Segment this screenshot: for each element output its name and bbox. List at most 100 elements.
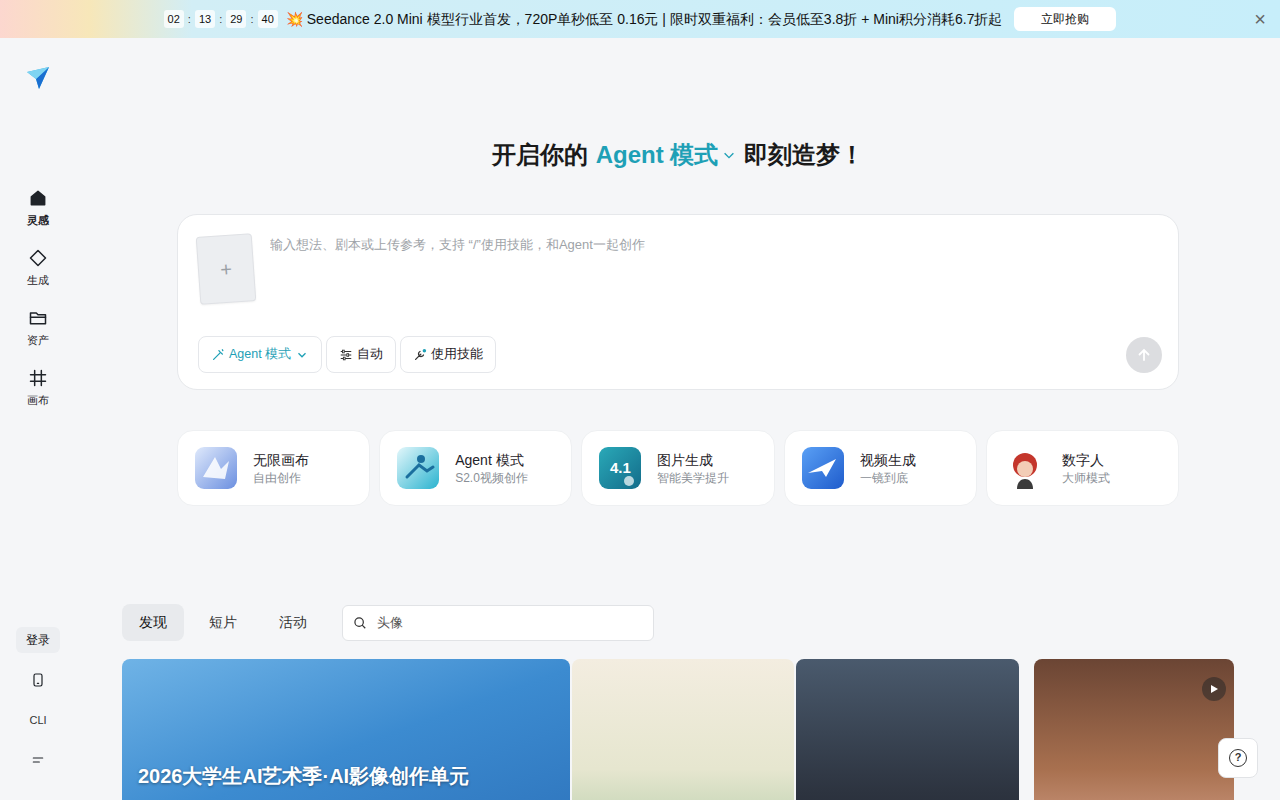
feature-subtitle: S2.0视频创作 [455,470,528,487]
mode-dropdown[interactable]: Agent 模式 [596,138,737,172]
sidebar-footer-item[interactable]: 登录 [16,620,60,660]
countdown-digit: 40 [258,10,278,28]
sidebar-label: 生成 [27,272,49,289]
feature-subtitle: 一镜到底 [860,470,916,487]
tool-label: Agent 模式 [229,345,291,364]
feature-text: Agent 模式S2.0视频创作 [455,450,528,487]
folder-icon [28,308,48,328]
tab[interactable]: 发现 [122,604,184,641]
sidebar-item[interactable]: 灵感 [8,178,68,238]
feature-title: 数字人 [1062,450,1110,470]
home-icon [28,188,48,208]
feature-title: 无限画布 [253,450,309,470]
composer: + Agent 模式 自动 使用技能 [177,214,1179,390]
feature-subtitle: 智能美学提升 [657,470,729,487]
sidebar-item[interactable]: 生成 [8,238,68,298]
menu-icon [30,752,46,768]
feature-subtitle: 大师模式 [1062,470,1110,487]
feature-list: 无限画布自由创作 Agent 模式S2.0视频创作 4.1 图片生成智能美学提升 视频生… [177,430,1179,506]
tab-bar: 发现短片活动 [122,604,1234,641]
discover-section: 发现短片活动 2026大学生AI艺术季·AI影像创作单元 [122,604,1234,800]
version-badge: 4.1 [610,457,631,480]
mode-icon [211,348,225,362]
search-input[interactable] [375,612,643,634]
canvas-icon [195,447,237,489]
sidebar-top: 灵感生成资产画布 [8,64,68,418]
main-area: 开启你的Agent 模式即刻造梦！+Agent 模式自动使用技能无限画布自由创作… [76,38,1280,800]
login-button[interactable]: 登录 [16,627,60,653]
gallery-card[interactable]: 2026大学生AI艺术季·AI影像创作单元 [122,659,570,800]
heading-text: 即刻造梦！ [744,138,864,172]
tool-button[interactable]: Agent 模式 [198,336,322,373]
sidebar-footer-item[interactable] [30,740,46,780]
avatar-icon [1004,447,1046,489]
mode-label: Agent 模式 [596,138,719,172]
gallery-card[interactable] [1034,659,1234,800]
settings-icon [339,348,353,362]
feature-subtitle: 自由创作 [253,470,309,487]
feature-text: 无限画布自由创作 [253,450,309,487]
cli-link[interactable]: CLI [29,712,46,729]
tool-button[interactable]: 自动 [326,336,396,373]
sidebar-item[interactable]: 画布 [8,358,68,418]
feature-card[interactable]: 无限画布自由创作 [177,430,370,506]
sidebar-label: 画布 [27,392,49,409]
feature-text: 数字人大师模式 [1062,450,1110,487]
sidebar-footer: 登录 CLI [16,620,60,780]
burst-icon: 💥 [286,9,303,30]
video-icon [802,447,844,489]
countdown-digit: 29 [226,10,246,28]
sidebar-nav: 灵感生成资产画布 [8,178,68,418]
tool-label: 使用技能 [431,345,483,364]
countdown: 02:13:29:40 [164,10,278,28]
sidebar-footer-item[interactable] [30,660,46,700]
composer-input-row: + [198,235,1162,305]
search-icon [353,616,367,630]
tab[interactable]: 活动 [262,604,324,641]
buy-button[interactable]: 立即抢购 [1014,7,1116,31]
feature-card[interactable]: 视频生成一镜到底 [784,430,977,506]
countdown-digit: 02 [164,10,184,28]
sidebar-label: 灵感 [27,212,49,229]
sidebar-item[interactable]: 资产 [8,298,68,358]
countdown-digit: 13 [195,10,215,28]
promo-text: Seedance 2.0 Mini 模型行业首发，720P单秒低至 0.16元 … [307,9,1003,30]
card-caption: 2026大学生AI艺术季·AI影像创作单元 [138,763,558,789]
promo-banner: 02:13:29:40💥Seedance 2.0 Mini 模型行业首发，720… [0,0,1280,38]
gallery: 2026大学生AI艺术季·AI影像创作单元 [122,659,1234,800]
feature-text: 视频生成一镜到底 [860,450,916,487]
plus-icon: + [219,254,233,285]
canvas-icon [28,368,48,388]
feature-title: 视频生成 [860,450,916,470]
help-button[interactable]: ? [1218,738,1258,778]
countdown-separator: : [219,11,222,28]
countdown-separator: : [188,11,191,28]
heading: 开启你的Agent 模式即刻造梦！ [76,138,1280,172]
prompt-input[interactable] [270,235,1162,305]
diamond-icon [28,248,48,268]
feature-text: 图片生成智能美学提升 [657,450,729,487]
composer-toolbar: Agent 模式 自动 使用技能 [198,336,1162,373]
send-button[interactable] [1126,337,1162,373]
sidebar-footer-item[interactable]: CLI [29,700,46,740]
gallery-card[interactable] [572,659,795,800]
image-icon: 4.1 [599,447,641,489]
search-box [342,605,654,641]
gallery-card[interactable] [796,659,1019,800]
tab[interactable]: 短片 [192,604,254,641]
logo-icon [24,64,52,92]
arrow-up-icon [1136,347,1152,363]
upload-button[interactable]: + [196,233,257,305]
feature-card[interactable]: 数字人大师模式 [986,430,1179,506]
countdown-separator: : [250,11,253,28]
agent-icon [397,447,439,489]
play-icon [1202,677,1226,701]
tool-label: 自动 [357,345,383,364]
tool-button[interactable]: 使用技能 [400,336,496,373]
phone-icon [30,672,46,688]
feature-card[interactable]: 4.1 图片生成智能美学提升 [581,430,774,506]
feature-title: Agent 模式 [455,450,528,470]
close-button[interactable]: × [1254,9,1266,29]
feature-card[interactable]: Agent 模式S2.0视频创作 [379,430,572,506]
chevron-down-icon [722,148,736,162]
